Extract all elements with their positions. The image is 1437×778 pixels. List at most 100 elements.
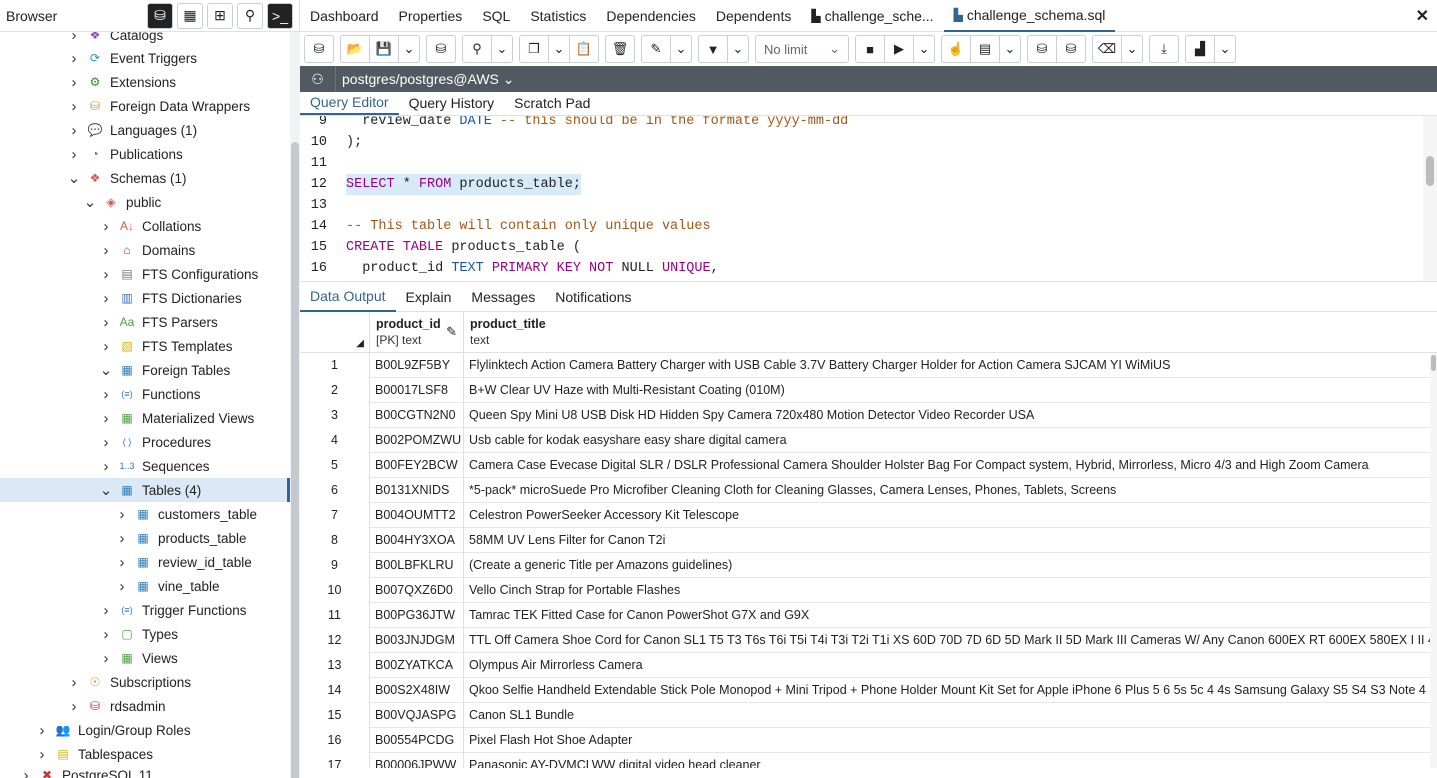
chevron-right-icon[interactable]: › <box>98 218 114 235</box>
chevron-right-icon[interactable]: › <box>98 458 114 475</box>
tab-data-output[interactable]: Data Output <box>300 282 396 312</box>
chevron-right-icon[interactable]: › <box>18 767 34 778</box>
execute-dropdown-chevron-icon[interactable]: ⌄ <box>913 35 935 63</box>
tree-node[interactable]: › ◔ Publications <box>0 142 290 166</box>
cell-product-id[interactable]: B00PG36JTW <box>370 603 464 628</box>
cell-product-id[interactable]: B004HY3XOA <box>370 528 464 553</box>
chevron-down-icon[interactable]: ⌄ <box>66 169 82 187</box>
tree-node[interactable]: ⌄ ❖ Schemas (1) <box>0 166 290 190</box>
table-row[interactable]: 11 B00PG36JTW Tamrac TEK Fitted Case for C… <box>300 603 1437 628</box>
row-limit-select[interactable]: No limit ⌄ <box>755 35 849 63</box>
explain-analyze-icon[interactable]: ▤ <box>970 35 1000 63</box>
cell-product-title[interactable]: Celestron PowerSeeker Accessory Kit Tele… <box>464 503 1430 528</box>
cell-product-title[interactable]: Pixel Flash Hot Shoe Adapter <box>464 728 1430 753</box>
tree-node[interactable]: › ⟳ Event Triggers <box>0 46 290 70</box>
explain-dropdown-chevron-icon[interactable]: ⌄ <box>999 35 1021 63</box>
tree-node[interactable]: › ⛁ Foreign Data Wrappers <box>0 94 290 118</box>
tab-scratch-pad[interactable]: Scratch Pad <box>504 91 600 115</box>
column-header-product-title[interactable]: product_title text <box>464 312 1437 353</box>
cell-product-id[interactable]: B00ZYATKCA <box>370 653 464 678</box>
table-row[interactable]: 16 B00554PCDG Pixel Flash Hot Shoe Adapter <box>300 728 1437 753</box>
chevron-right-icon[interactable]: › <box>98 314 114 331</box>
sql-editor[interactable]: 9 review_date DATE -- this should be in … <box>300 116 1437 282</box>
tree-node[interactable]: › ( ) Procedures <box>0 430 290 454</box>
tree-node[interactable]: › ⛁ rdsadmin <box>0 694 290 718</box>
tree-node[interactable]: › ▧ FTS Templates <box>0 334 290 358</box>
cell-product-id[interactable]: B00006JPWW <box>370 753 464 768</box>
cell-product-id[interactable]: B00FEY2BCW <box>370 453 464 478</box>
select-all-corner[interactable]: ◢ <box>300 312 370 353</box>
chevron-right-icon[interactable]: › <box>66 122 82 139</box>
tree-node[interactable]: › 💬 Languages (1) <box>0 118 290 142</box>
clear-dropdown-chevron-icon[interactable]: ⌄ <box>1121 35 1143 63</box>
tree-node[interactable]: › ▤ FTS Configurations <box>0 262 290 286</box>
open-file-icon[interactable]: 📂 <box>340 35 370 63</box>
table-row[interactable]: 10 B007QXZ6D0 Vello Cinch Strap for Portab… <box>300 578 1437 603</box>
cell-product-title[interactable]: Vello Cinch Strap for Portable Flashes <box>464 578 1430 603</box>
chevron-right-icon[interactable]: › <box>66 74 82 91</box>
chevron-right-icon[interactable]: › <box>66 674 82 691</box>
cell-product-title[interactable]: Qkoo Selfie Handheld Extendable Stick Po… <box>464 678 1430 703</box>
tree-node[interactable]: › A↓ Collations <box>0 214 290 238</box>
view-data-icon[interactable]: ▦ <box>177 2 203 29</box>
cell-product-title[interactable]: (Create a generic Title per Amazons guid… <box>464 553 1430 578</box>
tree-node[interactable]: › (≡) Functions <box>0 382 290 406</box>
clear-icon[interactable]: ⌫ <box>1092 35 1122 63</box>
chevron-down-icon[interactable]: ⌄ <box>82 193 98 211</box>
cell-product-title[interactable]: Canon SL1 Bundle <box>464 703 1430 728</box>
tab-challenge-schema-1[interactable]: ▙ challenge_sche... <box>801 0 943 32</box>
tree-node[interactable]: › ▦ vine_table <box>0 574 290 598</box>
row-number[interactable]: 12 <box>300 628 370 653</box>
row-number[interactable]: 14 <box>300 678 370 703</box>
chevron-right-icon[interactable]: › <box>98 626 114 643</box>
tree-node[interactable]: › ▦ Materialized Views <box>0 406 290 430</box>
chevron-right-icon[interactable]: › <box>98 338 114 355</box>
connection-label[interactable]: postgres/postgres@AWS ⌄ <box>336 71 514 88</box>
cell-product-id[interactable]: B00554PCDG <box>370 728 464 753</box>
table-row[interactable]: 13 B00ZYATKCA Olympus Air Mirrorless Camer… <box>300 653 1437 678</box>
table-row[interactable]: 5 B00FEY2BCW Camera Case Evecase Digital S… <box>300 453 1437 478</box>
row-number[interactable]: 6 <box>300 478 370 503</box>
search-objects-icon[interactable]: ⚲ <box>237 2 263 29</box>
save-icon[interactable]: 💾 <box>369 35 399 63</box>
save-dropdown-chevron-icon[interactable]: ⌄ <box>398 35 420 63</box>
cell-product-id[interactable]: B00S2X48IW <box>370 678 464 703</box>
cell-product-title[interactable]: *5-pack* microSuede Pro Microfiber Clean… <box>464 478 1430 503</box>
table-row[interactable]: 8 B004HY3XOA 58MM UV Lens Filter for Canon… <box>300 528 1437 553</box>
filter-icon[interactable]: ▼ <box>698 35 728 63</box>
psql-tool-icon[interactable]: >_ <box>267 2 293 29</box>
save-data-icon[interactable]: ⛁ <box>426 35 456 63</box>
macros-icon[interactable]: ▟ <box>1185 35 1215 63</box>
tree-node[interactable]: › (≡) Trigger Functions <box>0 598 290 622</box>
chevron-down-icon[interactable]: ⌄ <box>98 481 114 499</box>
cell-product-id[interactable]: B00LBFKLRU <box>370 553 464 578</box>
cell-product-id[interactable]: B00CGTN2N0 <box>370 403 464 428</box>
explain-icon[interactable]: ☝ <box>941 35 971 63</box>
copy-icon[interactable]: ❐ <box>519 35 549 63</box>
row-number[interactable]: 4 <box>300 428 370 453</box>
tab-dependencies[interactable]: Dependencies <box>596 0 706 32</box>
tree-node[interactable]: › 👥 Login/Group Roles <box>0 718 290 742</box>
tree-scrollbar[interactable] <box>290 32 300 778</box>
chevron-right-icon[interactable]: › <box>114 578 130 595</box>
tree-node[interactable]: › ▦ customers_table <box>0 502 290 526</box>
row-number[interactable]: 13 <box>300 653 370 678</box>
tree-node[interactable]: ⌄ ◈ public <box>0 190 290 214</box>
chevron-right-icon[interactable]: › <box>114 530 130 547</box>
tree-node[interactable]: › ▦ review_id_table <box>0 550 290 574</box>
cell-product-title[interactable]: Queen Spy Mini U8 USB Disk HD Hidden Spy… <box>464 403 1430 428</box>
close-icon[interactable]: ✕ <box>1416 6 1429 26</box>
find-dropdown-chevron-icon[interactable]: ⌄ <box>491 35 513 63</box>
table-row[interactable]: 17 B00006JPWW Panasonic AY-DVMCLWW digital… <box>300 753 1437 768</box>
row-number[interactable]: 7 <box>300 503 370 528</box>
row-number[interactable]: 1 <box>300 353 370 378</box>
chevron-right-icon[interactable]: › <box>66 146 82 163</box>
row-number[interactable]: 9 <box>300 553 370 578</box>
tab-explain[interactable]: Explain <box>396 282 462 312</box>
chevron-right-icon[interactable]: › <box>98 650 114 667</box>
edit-icon[interactable]: ✎ <box>641 35 671 63</box>
chevron-right-icon[interactable]: › <box>98 242 114 259</box>
row-number[interactable]: 15 <box>300 703 370 728</box>
row-number[interactable]: 16 <box>300 728 370 753</box>
table-row[interactable]: 6 B0131XNIDS *5-pack* microSuede Pro Micro… <box>300 478 1437 503</box>
